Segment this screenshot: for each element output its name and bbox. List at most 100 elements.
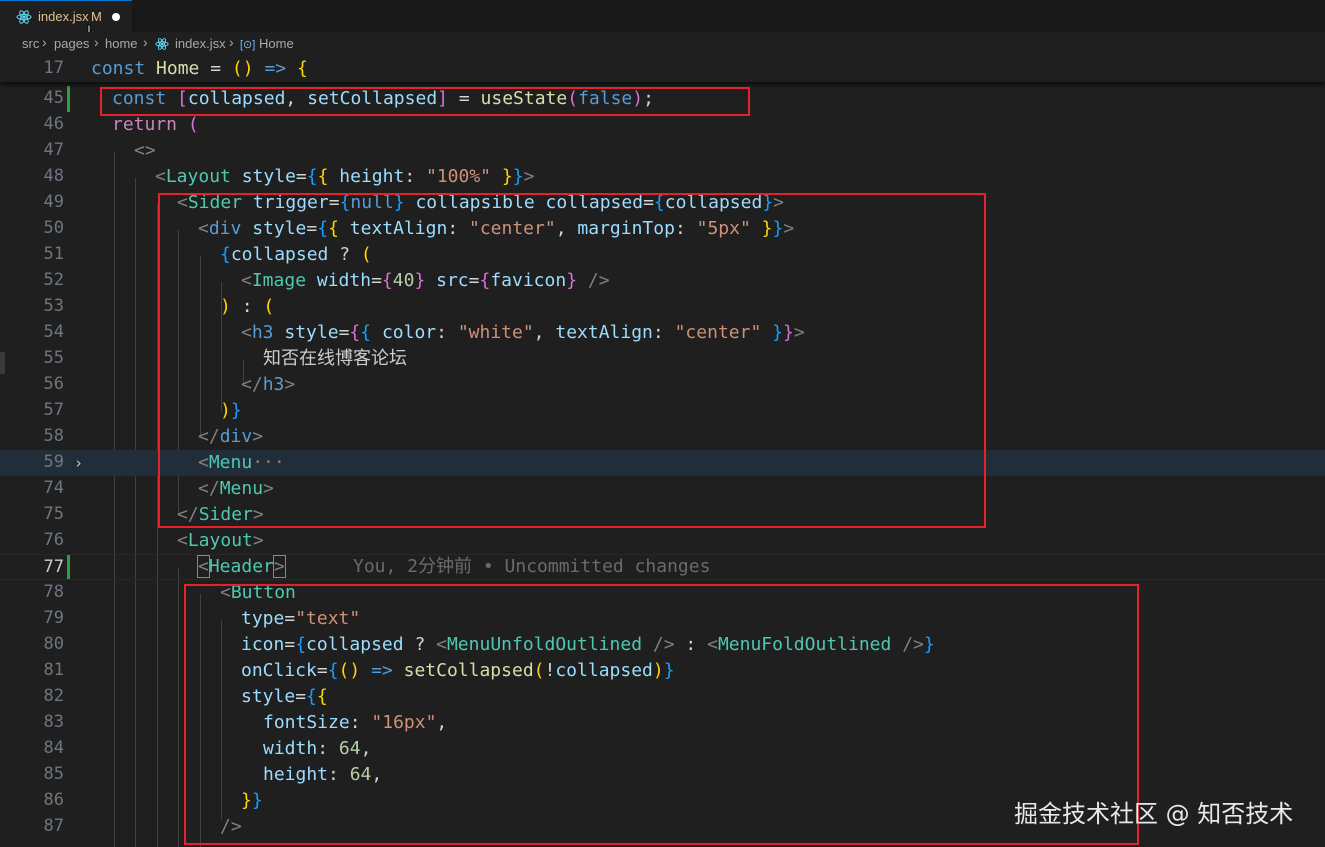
code-line: <Button bbox=[220, 582, 296, 603]
line-number: 53 bbox=[43, 296, 64, 316]
code-line-59[interactable]: 59 › <Menu··· bbox=[0, 450, 1325, 476]
tab-filename: index.jsx bbox=[38, 9, 89, 24]
code-line-45[interactable]: 45 const [collapsed, setCollapsed] = use… bbox=[0, 86, 1325, 112]
code-line: icon={collapsed ? <MenuUnfoldOutlined />… bbox=[241, 634, 935, 655]
line-number: 84 bbox=[43, 738, 64, 758]
line-number: 74 bbox=[43, 478, 64, 498]
tab-bar: index.jsx M bbox=[0, 0, 1325, 44]
code-editor[interactable]: 17 const Home = () => { 45 const [collap… bbox=[0, 56, 1325, 847]
code-line: </Menu> bbox=[198, 478, 274, 499]
line-number: 82 bbox=[43, 686, 64, 706]
code-line-76[interactable]: 76 <Layout> bbox=[0, 528, 1325, 554]
line-number: 56 bbox=[43, 374, 64, 394]
line-number: 77 bbox=[43, 557, 64, 577]
line-number: 58 bbox=[43, 426, 64, 446]
code-line-80[interactable]: 80 icon={collapsed ? <MenuUnfoldOutlined… bbox=[0, 632, 1325, 658]
code-line: height: 64, bbox=[263, 764, 383, 785]
code-line: <div style={{ textAlign: "center", margi… bbox=[198, 218, 795, 239]
code-line-83[interactable]: 83 fontSize: "16px", bbox=[0, 710, 1325, 736]
react-icon bbox=[155, 38, 169, 50]
line-number: 50 bbox=[43, 218, 64, 238]
line-number: 55 bbox=[43, 348, 64, 368]
line-number: 86 bbox=[43, 790, 64, 810]
chevron-right-icon: › bbox=[143, 34, 148, 50]
line-number: 75 bbox=[43, 504, 64, 524]
code-line-78[interactable]: 78 <Button bbox=[0, 580, 1325, 606]
code-line-75[interactable]: 75 </Sider> bbox=[0, 502, 1325, 528]
chevron-right-icon[interactable]: › bbox=[74, 454, 83, 472]
code-line-47[interactable]: 47 <> bbox=[0, 138, 1325, 164]
chevron-right-icon: › bbox=[42, 34, 47, 50]
sticky-scroll-line[interactable]: 17 const Home = () => { bbox=[0, 56, 1325, 82]
line-number: 83 bbox=[43, 712, 64, 732]
line-number: 46 bbox=[43, 114, 64, 134]
code-line-85[interactable]: 85 height: 64, bbox=[0, 762, 1325, 788]
git-modified-indicator bbox=[67, 555, 70, 579]
line-number: 57 bbox=[43, 400, 64, 420]
code-line: <> bbox=[134, 140, 156, 161]
code-line-57[interactable]: 57 )} bbox=[0, 398, 1325, 424]
line-number: 79 bbox=[43, 608, 64, 628]
line-number: 54 bbox=[43, 322, 64, 342]
code-line: }} bbox=[241, 790, 263, 811]
code-line-48[interactable]: 48 <Layout style={{ height: "100%" }}> bbox=[0, 164, 1325, 190]
code-line-52[interactable]: 52 <Image width={40} src={favicon} /> bbox=[0, 268, 1325, 294]
line-number: 48 bbox=[43, 166, 64, 186]
line-number: 45 bbox=[43, 88, 64, 108]
code-line: <Layout style={{ height: "100%" }}> bbox=[155, 166, 535, 187]
react-icon bbox=[16, 10, 32, 24]
code-line: <Header> bbox=[197, 555, 286, 578]
code-line: {collapsed ? ( bbox=[220, 244, 372, 265]
line-number: 17 bbox=[43, 58, 64, 78]
code-line: width: 64, bbox=[263, 738, 372, 759]
code-line-51[interactable]: 51 {collapsed ? ( bbox=[0, 242, 1325, 268]
code-line-77[interactable]: 77 <Header> You, 2分钟前 • Uncommitted chan… bbox=[0, 554, 1325, 580]
code-line: type="text" bbox=[241, 608, 361, 629]
chevron-right-icon: › bbox=[229, 34, 234, 50]
code-line-81[interactable]: 81 onClick={() => setCollapsed(!collapse… bbox=[0, 658, 1325, 684]
line-number: 76 bbox=[43, 530, 64, 550]
code-line: ) : ( bbox=[220, 296, 275, 317]
breadcrumb-src[interactable]: src bbox=[22, 36, 39, 51]
code-line: </div> bbox=[198, 426, 264, 447]
breadcrumb-file[interactable]: index.jsx bbox=[175, 36, 226, 51]
code-line-50[interactable]: 50 <div style={{ textAlign: "center", ma… bbox=[0, 216, 1325, 242]
code-line: <Sider trigger={null} collapsible collap… bbox=[177, 192, 784, 213]
code-line: <Layout> bbox=[177, 530, 264, 551]
breadcrumb-pages[interactable]: pages bbox=[54, 36, 89, 51]
symbol-icon: [⊙] bbox=[240, 39, 256, 51]
code-line-58[interactable]: 58 </div> bbox=[0, 424, 1325, 450]
line-number: 49 bbox=[43, 192, 64, 212]
code-line: <Menu··· bbox=[198, 452, 285, 473]
code-line: <Image width={40} src={favicon} /> bbox=[241, 270, 610, 291]
line-number: 80 bbox=[43, 634, 64, 654]
git-blame-annotation: You, 2分钟前 • Uncommitted changes bbox=[353, 556, 711, 577]
line-number: 81 bbox=[43, 660, 64, 680]
code-line: /> bbox=[220, 816, 242, 837]
code-line-79[interactable]: 79 type="text" bbox=[0, 606, 1325, 632]
line-number: 59 bbox=[43, 452, 64, 472]
code-line-49[interactable]: 49 <Sider trigger={null} collapsible col… bbox=[0, 190, 1325, 216]
code-line-56[interactable]: 56 </h3> bbox=[0, 372, 1325, 398]
code-line-55[interactable]: 55 知否在线博客论坛 bbox=[0, 346, 1325, 372]
watermark: 掘金技术社区 @ 知否技术 bbox=[1014, 800, 1294, 828]
line-number: 51 bbox=[43, 244, 64, 264]
code-line: )} bbox=[220, 400, 242, 421]
breadcrumb-home[interactable]: home bbox=[105, 36, 138, 51]
modified-badge: M bbox=[91, 9, 102, 24]
breadcrumb-symbol[interactable]: Home bbox=[259, 36, 294, 51]
unsaved-dot-icon[interactable] bbox=[112, 13, 120, 21]
code-line: 知否在线博客论坛 bbox=[263, 348, 407, 369]
line-number: 78 bbox=[43, 582, 64, 602]
code-line-53[interactable]: 53 ) : ( bbox=[0, 294, 1325, 320]
code-line-82[interactable]: 82 style={{ bbox=[0, 684, 1325, 710]
code-line: onClick={() => setCollapsed(!collapsed)} bbox=[241, 660, 675, 681]
line-number: 52 bbox=[43, 270, 64, 290]
code-line: const Home = () => { bbox=[91, 58, 308, 79]
code-line-84[interactable]: 84 width: 64, bbox=[0, 736, 1325, 762]
code-line-74[interactable]: 74 </Menu> bbox=[0, 476, 1325, 502]
code-line-46[interactable]: 46 return ( bbox=[0, 112, 1325, 138]
git-modified-indicator bbox=[67, 86, 70, 112]
code-line-54[interactable]: 54 <h3 style={{ color: "white", textAlig… bbox=[0, 320, 1325, 346]
tab-index-jsx[interactable]: index.jsx M bbox=[0, 0, 132, 32]
